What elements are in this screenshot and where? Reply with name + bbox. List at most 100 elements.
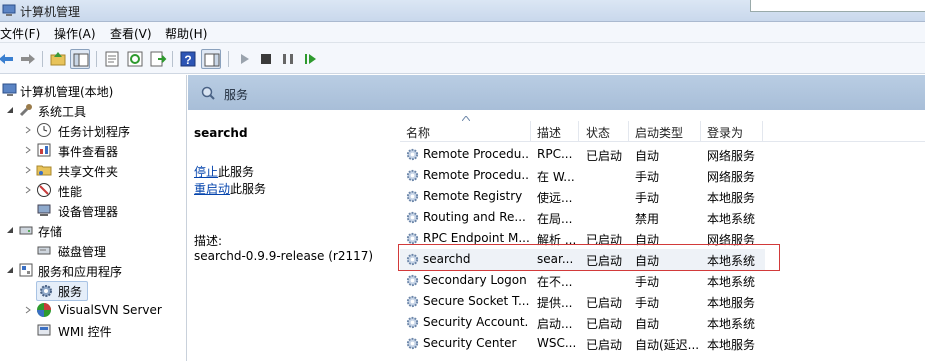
tree-item-label: 性能 (58, 185, 83, 199)
window-edge (750, 0, 925, 12)
column-header-logon[interactable]: 登录为 (707, 124, 743, 141)
cell-logon: 本地系统 (707, 275, 756, 289)
search-gear-icon (201, 86, 215, 100)
computer-icon (2, 83, 17, 96)
storage-icon (19, 226, 33, 235)
up-folder-icon[interactable] (48, 49, 68, 69)
expand-arrow-icon[interactable] (24, 166, 32, 174)
table-row[interactable]: Secure Socket T... 提供... 已启动 手动 本地服务 (400, 291, 925, 312)
tree-item-label: 服务 (58, 285, 83, 299)
collapse-arrow-icon[interactable] (6, 226, 14, 234)
cell-logon: 本地服务 (707, 338, 756, 352)
cell-startup: 禁用 (635, 212, 660, 226)
start-icon[interactable] (234, 49, 254, 69)
expand-arrow-icon[interactable] (24, 306, 32, 314)
cell-name: Security Center (423, 336, 517, 350)
cell-logon: 本地系统 (707, 212, 756, 226)
service-detail-pane: searchd 停止此服务 重启动此服务 描述: searchd-0.9.9-r… (188, 110, 398, 361)
cell-name: Remote Procedu... (423, 168, 529, 182)
forward-arrow-icon[interactable] (18, 49, 38, 69)
menu-action[interactable]: 操作(A) (54, 25, 96, 42)
cell-startup: 手动 (635, 296, 660, 310)
help-icon[interactable]: ? (178, 49, 198, 69)
collapse-arrow-icon[interactable] (6, 266, 14, 274)
clock-icon (37, 123, 51, 137)
export-icon[interactable] (148, 49, 168, 69)
show-action-pane-icon[interactable] (201, 49, 221, 69)
cell-description: 在局... (537, 212, 573, 226)
properties-icon[interactable] (102, 49, 122, 69)
table-row[interactable]: Remote Procedu... 在 W... 手动 网络服务 (400, 165, 925, 186)
disk-icon (37, 246, 51, 255)
table-row[interactable]: Remote Registry 使远... 手动 本地服务 (400, 186, 925, 207)
cell-name: RPC Endpoint M... (423, 231, 529, 245)
cell-logon: 网络服务 (707, 149, 756, 163)
tree-item-label: VisualSVN Server (58, 303, 162, 317)
menu-bar: 文件(F) 操作(A) 查看(V) 帮助(H) (0, 22, 925, 43)
restart-link[interactable]: 重启动 (194, 182, 230, 196)
cell-startup: 手动 (635, 170, 660, 184)
restart-service-action: 重启动此服务 (194, 180, 266, 197)
services-apps-icon (19, 263, 33, 277)
expand-arrow-icon[interactable] (24, 146, 32, 154)
wmi-icon (37, 324, 51, 336)
tree-root-label: 计算机管理(本地) (20, 85, 114, 99)
svg-text:?: ? (184, 53, 191, 67)
toolbar: ? (0, 43, 925, 74)
tree-item-label: WMI 控件 (58, 325, 112, 339)
column-divider[interactable] (578, 121, 579, 142)
cell-name: Routing and Re... (423, 210, 526, 224)
back-arrow-icon[interactable] (0, 49, 16, 69)
cell-logon: 本地服务 (707, 191, 756, 205)
tools-icon (19, 104, 32, 117)
refresh-icon[interactable] (125, 49, 145, 69)
column-divider[interactable] (700, 121, 701, 142)
table-row[interactable]: Security Center WSC... 已启动 自动(延迟... 本地服务 (400, 333, 925, 354)
service-gear-icon (406, 148, 419, 161)
cell-startup: 自动(延迟... (635, 338, 699, 352)
column-divider[interactable] (530, 121, 531, 142)
menu-file[interactable]: 文件(F) (0, 25, 40, 42)
selected-service-name: searchd (194, 126, 248, 140)
menu-view[interactable]: 查看(V) (110, 25, 152, 42)
column-header-status[interactable]: 状态 (586, 124, 610, 141)
toolbar-separator (172, 51, 173, 67)
column-header-startup[interactable]: 启动类型 (635, 124, 683, 141)
table-row[interactable]: Security Account... 启动... 已启动 自动 本地系统 (400, 312, 925, 333)
stop-link[interactable]: 停止 (194, 165, 218, 179)
show-tree-icon[interactable] (70, 49, 90, 69)
panel-title: 服务 (224, 88, 249, 102)
table-row[interactable]: Routing and Re... 在局... 禁用 本地系统 (400, 207, 925, 228)
menu-help[interactable]: 帮助(H) (165, 25, 207, 42)
cell-description: 提供... (537, 296, 573, 310)
cell-startup: 手动 (635, 191, 660, 205)
cell-startup: 手动 (635, 275, 660, 289)
service-gear-icon (406, 295, 419, 308)
title-bar: 计算机管理 (0, 0, 925, 22)
shared-folder-icon (36, 165, 52, 176)
column-divider[interactable] (762, 121, 763, 142)
service-gear-icon (406, 316, 419, 329)
tree-item-label: 磁盘管理 (58, 245, 107, 259)
table-row[interactable]: Secondary Logon 在不... 手动 本地系统 (400, 270, 925, 291)
gear-icon (40, 285, 52, 297)
cell-logon: 本地服务 (707, 296, 756, 310)
tree-item-label: 服务和应用程序 (38, 265, 123, 279)
pause-icon[interactable] (278, 49, 298, 69)
column-header-description[interactable]: 描述 (537, 124, 561, 141)
expand-arrow-icon[interactable] (24, 126, 32, 134)
expand-arrow-icon[interactable] (24, 186, 32, 194)
cell-description: WSC... (537, 336, 577, 350)
tree-item-label: 任务计划程序 (58, 125, 131, 139)
stop-icon[interactable] (256, 49, 276, 69)
collapse-arrow-icon[interactable] (6, 106, 14, 114)
toolbar-separator (42, 51, 43, 67)
cell-name: Remote Registry (423, 189, 523, 203)
cell-description: 启动... (537, 317, 573, 331)
column-header-name[interactable]: 名称 (406, 124, 430, 141)
table-row[interactable]: Remote Procedu... RPC... 已启动 自动 网络服务 (400, 144, 925, 165)
column-divider[interactable] (628, 121, 629, 142)
cell-description: 在不... (537, 275, 573, 289)
restart-icon[interactable] (300, 49, 320, 69)
window-title: 计算机管理 (20, 5, 81, 19)
